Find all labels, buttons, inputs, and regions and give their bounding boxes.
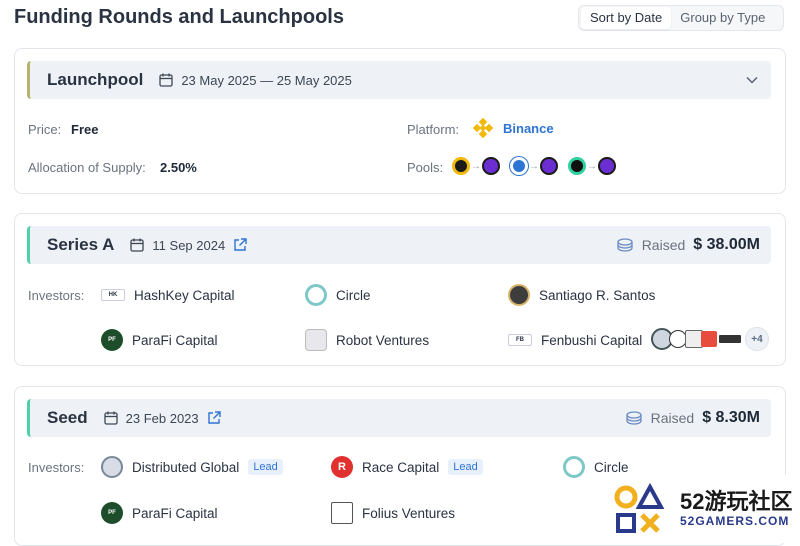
allocation-value: 2.50% [160, 160, 197, 175]
investor-name: HashKey Capital [134, 287, 235, 303]
arrow-icon: → [529, 160, 539, 172]
race-capital-logo: R [331, 456, 353, 478]
series-a-date-text: 11 Sep 2024 [152, 237, 226, 253]
sort-by-date-button[interactable]: Sort by Date [581, 7, 672, 29]
investor-name: Santiago R. Santos [539, 287, 656, 303]
usdc-token-icon[interactable] [568, 157, 586, 175]
price-value: Free [71, 122, 99, 137]
site-watermark: 52游玩社区 52GAMERS.COM [610, 475, 800, 543]
calendar-icon [103, 411, 118, 425]
bnb-token-icon[interactable] [452, 157, 470, 175]
pool-token-icon[interactable] [482, 157, 500, 175]
external-link-icon[interactable] [233, 238, 247, 252]
price-label: Price: [28, 122, 62, 137]
series-a-header: Series A 11 Sep 2024 Raised $ 38.00M [27, 226, 771, 264]
sort-toggle: Sort by Date Group by Type [578, 5, 784, 31]
investor-logo-icon [719, 335, 741, 343]
more-investors-stack[interactable]: +4 [651, 327, 769, 351]
pools-list: → → → [452, 157, 616, 175]
lead-badge: Lead [448, 459, 483, 475]
platform-value: Binance [503, 120, 554, 136]
seed-title: Seed [47, 408, 88, 427]
investor-fenbushi[interactable]: FB Fenbushi Capital [508, 328, 642, 352]
circle-logo [563, 456, 585, 478]
seed-header: Seed 23 Feb 2023 Raised $ 8.30M [27, 399, 771, 437]
investor-hashkey[interactable]: HK HashKey Capital [101, 283, 235, 307]
group-by-type-button[interactable]: Group by Type [671, 7, 774, 29]
investors-label: Investors: [28, 288, 85, 303]
arrow-icon: → [471, 160, 481, 172]
fdusd-token-icon[interactable] [510, 157, 528, 175]
investor-name: Circle [594, 459, 629, 475]
investor-name: Distributed Global [132, 459, 240, 475]
distributed-global-logo [101, 456, 123, 478]
calendar-icon [130, 238, 145, 252]
pools-label: Pools: [407, 160, 444, 175]
launchpool-date: 23 May 2025 — 25 May 2025 [159, 73, 352, 88]
avatar [508, 284, 530, 306]
coins-icon [617, 238, 633, 252]
investor-santiago[interactable]: Santiago R. Santos [508, 283, 655, 307]
investor-name: ParaFi Capital [132, 332, 218, 348]
fenbushi-logo: FB [508, 334, 532, 346]
investor-parafi[interactable]: PF ParaFi Capital [101, 501, 218, 525]
seed-date-text: 23 Feb 2023 [125, 410, 199, 426]
allocation-label: Allocation of Supply: [28, 160, 146, 175]
seed-date: 23 Feb 2023 [103, 410, 221, 426]
investor-name: Race Capital [362, 459, 440, 475]
series-a-date: 11 Sep 2024 [130, 238, 247, 253]
arrow-icon: → [587, 160, 597, 172]
external-link-icon[interactable] [207, 411, 221, 425]
investor-circle[interactable]: Circle [305, 283, 371, 307]
watermark-logo-icon [614, 482, 665, 533]
platform-link[interactable]: Binance [471, 116, 554, 140]
raised-label: Raised [650, 410, 695, 426]
binance-icon [472, 117, 494, 139]
chevron-down-icon[interactable] [745, 73, 759, 87]
launchpool-header[interactable]: Launchpool 23 May 2025 — 25 May 2025 [27, 61, 771, 99]
investor-parafi[interactable]: PF ParaFi Capital [101, 328, 218, 352]
launchpool-date-text: 23 May 2025 — 25 May 2025 [181, 72, 352, 88]
investor-name: Robot Ventures [336, 332, 430, 348]
seed-raised: Raised $ 8.30M [625, 399, 760, 437]
coins-icon [625, 411, 642, 425]
investor-distributed-global[interactable]: Distributed Global Lead [101, 455, 283, 479]
series-a-card: Series A 11 Sep 2024 Raised $ 38.00M Inv… [14, 213, 786, 366]
more-investors-badge[interactable]: +4 [745, 327, 769, 351]
folius-logo [331, 502, 353, 524]
platform-label: Platform: [407, 122, 460, 137]
circle-logo [305, 284, 327, 306]
launchpool-card: Launchpool 23 May 2025 — 25 May 2025 Pri… [14, 48, 786, 194]
investor-race-capital[interactable]: R Race Capital Lead [331, 455, 483, 479]
investor-name: Circle [336, 287, 371, 303]
pool-token-icon[interactable] [540, 157, 558, 175]
investor-name: ParaFi Capital [132, 505, 218, 521]
series-a-title: Series A [47, 235, 115, 254]
pool-token-icon[interactable] [598, 157, 616, 175]
series-a-raised: Raised $ 38.00M [616, 226, 760, 264]
watermark-site: 52GAMERS.COM [680, 514, 790, 528]
raised-amount: $ 8.30M [702, 409, 760, 426]
raised-label: Raised [641, 237, 686, 253]
parafi-logo: PF [101, 329, 123, 351]
calendar-icon [159, 73, 173, 87]
lead-badge: Lead [248, 459, 283, 475]
investor-name: Fenbushi Capital [541, 332, 643, 348]
investors-label: Investors: [28, 460, 85, 475]
investor-logo-icon [701, 331, 717, 347]
hashkey-logo: HK [101, 289, 125, 301]
parafi-logo: PF [101, 502, 123, 524]
investor-name: Folius Ventures [362, 505, 456, 521]
investor-folius[interactable]: Folius Ventures [331, 501, 455, 525]
raised-amount: $ 38.00M [693, 236, 760, 253]
investor-robot[interactable]: Robot Ventures [305, 328, 429, 352]
page-title: Funding Rounds and Launchpools [14, 6, 344, 28]
launchpool-title: Launchpool [47, 70, 144, 89]
watermark-brand: 52游玩社区 [680, 489, 793, 514]
robot-logo [305, 329, 327, 351]
